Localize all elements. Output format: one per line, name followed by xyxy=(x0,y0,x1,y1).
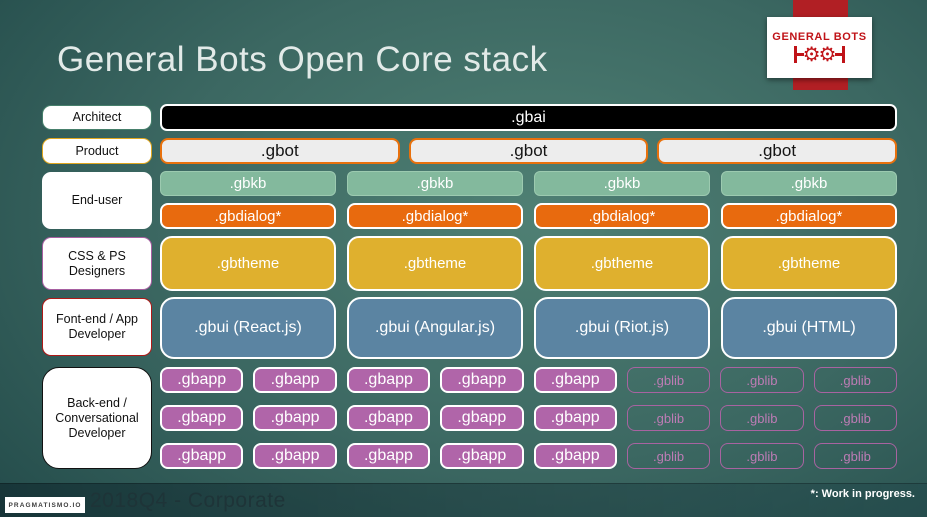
gear-line-right-icon xyxy=(835,53,843,56)
gbot-box: .gbot xyxy=(160,138,400,164)
gears-icon: ⚙ ⚙ xyxy=(794,45,845,65)
gbui-row: .gbui (React.js) .gbui (Angular.js) .gbu… xyxy=(160,297,897,359)
architect-row: .gbai xyxy=(160,104,897,131)
gbtheme-box: .gbtheme xyxy=(721,236,897,291)
gbkb-box: .gbkb xyxy=(721,171,897,196)
gbkb-row: .gbkb .gbkb .gbkb .gbkb xyxy=(160,171,897,196)
gbot-box: .gbot xyxy=(657,138,897,164)
gbui-box: .gbui (HTML) xyxy=(721,297,897,359)
gear-bar-right-icon xyxy=(842,46,845,63)
logo-brand-text: GENERAL BOTS xyxy=(772,30,867,43)
gbapp-box: .gbapp xyxy=(253,443,337,469)
gbapp-box: .gbapp xyxy=(440,443,524,469)
gbot-box: .gbot xyxy=(408,138,649,164)
gbui-box: .gbui (React.js) xyxy=(160,297,336,359)
gbtheme-row: .gbtheme .gbtheme .gbtheme .gbtheme xyxy=(160,236,897,291)
gblib-box: .gblib xyxy=(626,367,711,393)
gbapp-box: .gbapp xyxy=(160,367,244,393)
gbtheme-box: .gbtheme xyxy=(347,236,523,291)
gbapp-box: .gbapp xyxy=(346,367,431,393)
gbai-bar: .gbai xyxy=(160,104,897,131)
gbapp-box: .gbapp xyxy=(253,367,337,393)
gbdialog-box: .gbdialog* xyxy=(347,203,523,229)
gblib-box: .gblib xyxy=(720,443,804,469)
backend-row: .gbapp .gbapp .gbapp .gbapp .gbapp .gbli… xyxy=(160,405,897,431)
gbtheme-box: .gbtheme xyxy=(160,236,336,291)
slide: General Bots Open Core stack GENERAL BOT… xyxy=(0,0,927,517)
gbkb-box: .gbkb xyxy=(534,171,710,196)
row-label-backend-developer: Back-end / Conversational Developer xyxy=(42,367,152,469)
gbkb-box: .gbkb xyxy=(160,171,336,196)
gbdialog-box: .gbdialog* xyxy=(721,203,897,229)
backend-row: .gbapp .gbapp .gbapp .gbapp .gbapp .gbli… xyxy=(160,367,897,393)
gbtheme-box: .gbtheme xyxy=(534,236,710,291)
gblib-box: .gblib xyxy=(813,367,897,393)
row-label-end-user: End-user xyxy=(42,172,152,229)
gbui-box: .gbui (Angular.js) xyxy=(347,297,523,359)
gbapp-box: .gbapp xyxy=(160,443,244,469)
gblib-box: .gblib xyxy=(813,405,897,431)
gblib-box: .gblib xyxy=(626,405,711,431)
gblib-box: .gblib xyxy=(720,367,804,393)
gblib-box: .gblib xyxy=(626,443,711,469)
gbapp-box: .gbapp xyxy=(533,443,617,469)
row-label-architect: Architect xyxy=(42,105,152,130)
gbapp-box: .gbapp xyxy=(346,443,431,469)
pragmatismo-logo: PRAGMATISMO.IO xyxy=(5,497,85,513)
row-label-css-ps-designers: CSS & PS Designers xyxy=(42,237,152,290)
footer-caption: 2018Q4 - Corporate xyxy=(90,489,286,512)
gbapp-box: .gbapp xyxy=(253,405,337,431)
gbapp-box: .gbapp xyxy=(440,405,524,431)
gbkb-box: .gbkb xyxy=(347,171,523,196)
backend-row: .gbapp .gbapp .gbapp .gbapp .gbapp .gbli… xyxy=(160,443,897,469)
gbapp-box: .gbapp xyxy=(440,367,524,393)
gbapp-box: .gbapp xyxy=(533,405,617,431)
general-bots-logo: GENERAL BOTS ⚙ ⚙ xyxy=(767,17,872,78)
gbdialog-box: .gbdialog* xyxy=(534,203,710,229)
gblib-box: .gblib xyxy=(720,405,804,431)
work-in-progress-footnote: *: Work in progress. xyxy=(810,488,915,500)
gbapp-box: .gbapp xyxy=(346,405,431,431)
gbui-box: .gbui (Riot.js) xyxy=(534,297,710,359)
row-label-frontend-developer: Font-end / App Developer xyxy=(42,298,152,356)
gbapp-box: .gbapp xyxy=(160,405,244,431)
gbdialog-box: .gbdialog* xyxy=(160,203,336,229)
gbdialog-row: .gbdialog* .gbdialog* .gbdialog* .gbdial… xyxy=(160,203,897,229)
gblib-box: .gblib xyxy=(813,443,897,469)
row-label-product: Product xyxy=(42,138,152,164)
gbapp-box: .gbapp xyxy=(533,367,617,393)
product-row: .gbot .gbot .gbot xyxy=(160,138,897,164)
page-title: General Bots Open Core stack xyxy=(57,40,548,79)
gear-icon: ⚙ xyxy=(818,43,837,66)
